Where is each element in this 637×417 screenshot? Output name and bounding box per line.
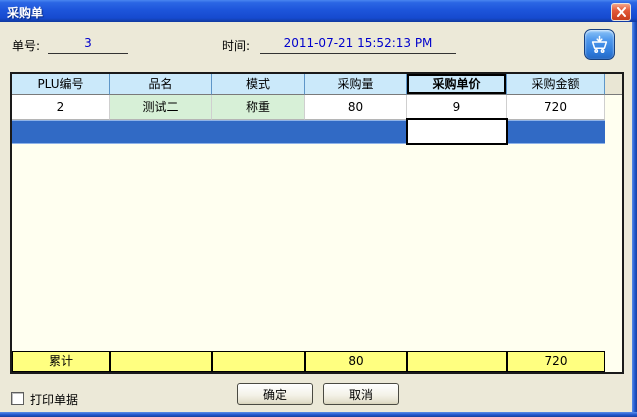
column-header-mode[interactable]: 模式 xyxy=(212,74,305,95)
row1-cell-unit-price[interactable]: 9 xyxy=(407,95,507,120)
unit-price-edit-cell[interactable] xyxy=(406,118,508,145)
window-border-bottom xyxy=(0,412,637,417)
add-to-cart-icon xyxy=(589,34,610,55)
total-label-cell: 累计 xyxy=(12,351,110,372)
column-header-name[interactable]: 品名 xyxy=(110,74,212,95)
time-value: 2011-07-21 15:52:13 PM xyxy=(260,36,456,54)
header-filler xyxy=(605,74,622,95)
add-to-cart-button[interactable] xyxy=(584,29,615,60)
row1-cell-mode[interactable]: 称重 xyxy=(212,95,305,120)
cancel-button[interactable]: 取消 xyxy=(323,383,399,405)
close-button[interactable] xyxy=(611,3,631,21)
close-icon xyxy=(616,7,627,17)
column-header-unit-price[interactable]: 采购单价 xyxy=(407,74,507,95)
title-bar: 采购单 xyxy=(0,0,637,22)
print-receipt-label: 打印单据 xyxy=(30,391,78,408)
total-empty-cell xyxy=(110,351,212,372)
column-header-amount[interactable]: 采购金额 xyxy=(507,74,605,95)
window-border-right xyxy=(632,0,637,417)
total-empty-cell xyxy=(212,351,305,372)
total-amount-cell: 720 xyxy=(507,351,605,372)
ok-button[interactable]: 确定 xyxy=(237,383,313,405)
selected-row[interactable] xyxy=(12,120,605,144)
total-empty-cell xyxy=(407,351,507,372)
row1-cell-name[interactable]: 测试二 xyxy=(110,95,212,120)
time-label: 时间: xyxy=(222,37,250,54)
row1-cell-plu[interactable]: 2 xyxy=(12,95,110,120)
column-header-plu[interactable]: PLU编号 xyxy=(12,74,110,95)
total-qty-cell: 80 xyxy=(305,351,407,372)
order-no-value: 3 xyxy=(48,36,128,54)
print-receipt-checkbox[interactable] xyxy=(11,392,24,405)
items-grid: PLU编号 品名 模式 采购量 采购单价 采购金额 2 测试二 称重 80 9 … xyxy=(10,72,624,374)
column-header-qty[interactable]: 采购量 xyxy=(305,74,407,95)
row1-cell-qty[interactable]: 80 xyxy=(305,95,407,120)
order-no-label: 单号: xyxy=(12,37,40,54)
row1-cell-amount[interactable]: 720 xyxy=(507,95,605,120)
window-title: 采购单 xyxy=(7,4,43,21)
